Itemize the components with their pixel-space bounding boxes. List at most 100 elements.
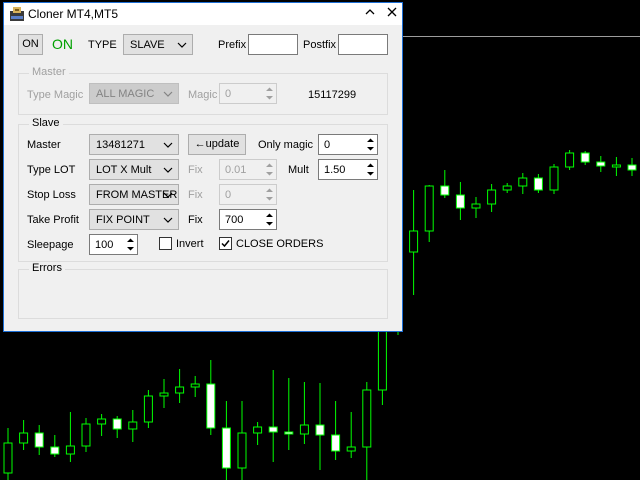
lot-fix-stepper[interactable]: 0.01: [219, 159, 277, 180]
type-magic-value: ALL MAGIC: [96, 88, 155, 100]
candle-body: [206, 383, 216, 429]
close-icon: [387, 7, 397, 17]
only-magic-stepper[interactable]: 0: [318, 134, 378, 155]
take-profit-value: FIX POINT: [96, 214, 150, 226]
type-magic-label: Type Magic: [27, 89, 84, 101]
candle-body: [580, 152, 590, 163]
candle-body: [97, 418, 107, 425]
magic-label: Magic: [188, 89, 218, 101]
tp-fix-label: Fix: [188, 214, 203, 226]
only-magic-label: Only magic: [258, 139, 314, 151]
sleepage-stepper[interactable]: 100: [89, 234, 138, 255]
prefix-input[interactable]: [248, 34, 298, 55]
magic-stepper[interactable]: 0: [219, 83, 277, 104]
master-label: Master: [27, 139, 61, 151]
title-bar[interactable]: Cloner MT4,MT5: [4, 3, 402, 25]
on-button[interactable]: ON: [18, 34, 43, 55]
postfix-input[interactable]: [338, 34, 388, 55]
candle-body: [221, 427, 231, 469]
sl-fix-stepper[interactable]: 0: [219, 184, 277, 205]
candle-body: [596, 161, 606, 167]
minimize-button[interactable]: [360, 5, 380, 23]
master-select[interactable]: 13481271: [89, 134, 179, 155]
take-profit-select[interactable]: FIX POINT: [89, 209, 179, 230]
mult-stepper[interactable]: 1.50: [318, 159, 378, 180]
mult-value: 1.50: [324, 164, 346, 176]
candle-body: [50, 446, 60, 455]
lot-fix-label: Fix: [188, 164, 203, 176]
postfix-label: Postfix: [303, 39, 337, 51]
candle-body: [159, 392, 169, 397]
candle-body: [19, 432, 29, 444]
horizontal-price-line: [403, 36, 640, 37]
chevron-down-icon: [163, 192, 173, 198]
close-orders-checkbox[interactable]: [219, 237, 232, 250]
type-lot-value: LOT X Mult: [96, 164, 152, 176]
sl-fix-label: Fix: [188, 189, 203, 201]
invert-label: Invert: [176, 238, 204, 250]
spin-arrows-icon: [367, 138, 374, 151]
type-select-value: SLAVE: [130, 39, 165, 51]
candle-body: [331, 434, 341, 452]
spin-arrows-icon: [127, 238, 134, 251]
candle-body: [237, 432, 247, 469]
take-profit-label: Take Profit: [27, 214, 79, 226]
arrow-left-icon: ←: [194, 138, 206, 150]
update-button[interactable]: ←update: [188, 134, 246, 155]
candle-body: [284, 431, 294, 435]
spin-arrows-icon: [266, 163, 273, 176]
close-orders-label: CLOSE ORDERS: [236, 238, 324, 250]
candle-body: [611, 164, 621, 168]
sleepage-label: Sleepage: [27, 239, 74, 251]
type-magic-select[interactable]: ALL MAGIC: [89, 83, 179, 104]
window-title: Cloner MT4,MT5: [28, 7, 119, 21]
chevron-up-icon: [365, 9, 375, 15]
candle-body: [455, 194, 465, 209]
lot-fix-value: 0.01: [225, 164, 247, 176]
spin-arrows-icon: [367, 163, 374, 176]
candle-body: [268, 426, 278, 433]
candle-body: [487, 189, 497, 205]
candle-body: [346, 446, 356, 452]
update-button-label: update: [205, 138, 240, 150]
candle-body: [565, 152, 575, 168]
candle-body: [175, 386, 185, 394]
candle-body: [299, 424, 309, 435]
status-indicator: ON: [52, 36, 73, 52]
type-select[interactable]: SLAVE: [123, 34, 193, 55]
stop-loss-select[interactable]: FROM MASTER: [89, 184, 179, 205]
candle-body: [502, 185, 512, 191]
magic-value: 0: [225, 88, 232, 100]
sleepage-value: 100: [95, 239, 114, 251]
candle-body: [81, 423, 91, 447]
invert-checkbox[interactable]: [159, 237, 172, 250]
chevron-down-icon: [163, 167, 173, 173]
master-account-number: 15117299: [308, 89, 357, 101]
errors-group-title: Errors: [29, 262, 65, 274]
candle-body: [315, 424, 325, 436]
candle-body: [424, 185, 434, 232]
candle-body: [471, 203, 481, 209]
master-select-value: 13481271: [96, 139, 145, 151]
candle-body: [409, 230, 419, 253]
prefix-label: Prefix: [218, 39, 247, 51]
tp-fix-stepper[interactable]: 700: [219, 209, 277, 230]
type-lot-select[interactable]: LOT X Mult: [89, 159, 179, 180]
candle-body: [253, 426, 263, 434]
mult-label: Mult: [288, 164, 309, 176]
master-group-title: Master: [29, 66, 69, 78]
cloner-window: Cloner MT4,MT5 ON ON TYPE SLAVE Prefix P…: [3, 2, 403, 332]
errors-group: Errors: [18, 262, 388, 319]
candle-body: [377, 329, 387, 391]
chevron-down-icon: [163, 91, 173, 97]
candle-body: [190, 383, 200, 388]
slave-group-title: Slave: [29, 117, 63, 129]
type-label: TYPE: [88, 39, 117, 51]
candle-body: [518, 177, 528, 187]
only-magic-value: 0: [324, 139, 331, 151]
candle-body: [549, 166, 559, 191]
close-button[interactable]: [382, 5, 402, 23]
candle-body: [627, 164, 637, 171]
chevron-down-icon: [177, 42, 187, 48]
spin-arrows-icon: [266, 213, 273, 226]
